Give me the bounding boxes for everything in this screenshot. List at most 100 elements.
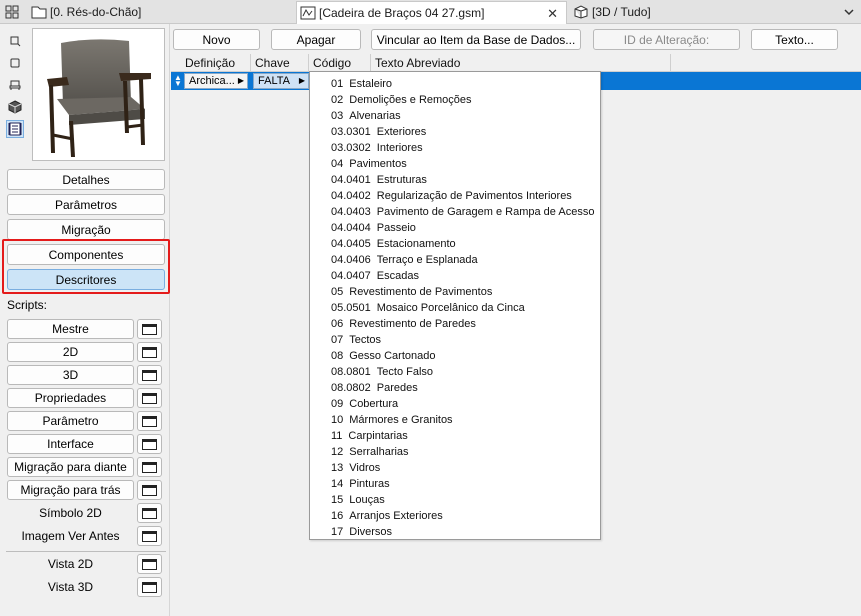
dropdown-item[interactable]: 04.0404 Passeio xyxy=(331,220,416,236)
view-icons xyxy=(6,32,28,142)
item-code: 15 xyxy=(331,494,344,506)
item-code: 09 xyxy=(331,398,344,410)
item-code: 08.0801 xyxy=(331,366,371,378)
submenu-arrow-icon: ▶ xyxy=(237,76,244,85)
open-window-button[interactable] xyxy=(137,457,162,477)
dropdown-item[interactable]: 03 Alvenarias xyxy=(331,108,401,124)
item-code: 02 xyxy=(331,94,344,106)
column-header-definition[interactable]: Definição xyxy=(181,54,251,71)
item-code: 04.0402 xyxy=(331,190,371,202)
nav-button-parameters[interactable]: Parâmetros xyxy=(7,194,165,215)
item-code: 08.0802 xyxy=(331,382,371,394)
change-id-field: ID de Alteração: xyxy=(593,29,740,50)
dropdown-item[interactable]: 03.0302 Interiores xyxy=(331,140,423,156)
dropdown-item[interactable]: 04.0407 Escadas xyxy=(331,268,419,284)
item-text: Pavimentos xyxy=(349,158,407,170)
key-cell[interactable]: FALTA ▶ xyxy=(253,73,309,89)
column-header-short-text[interactable]: Texto Abreviado xyxy=(371,54,671,71)
definition-cell[interactable]: Archica... ▶ xyxy=(184,73,248,89)
link-database-item-button[interactable]: Vincular ao Item da Base de Dados... xyxy=(371,29,581,50)
view-2d-label: Vista 2D xyxy=(47,557,94,571)
tab-3d-view[interactable]: [3D / Tudo] xyxy=(571,1,831,23)
dropdown-item[interactable]: 10 Mármores e Granitos xyxy=(331,412,453,428)
script-button-backward-migration[interactable]: Migração para trás xyxy=(7,480,134,500)
nav-button-components[interactable]: Componentes xyxy=(7,244,165,265)
close-icon[interactable]: ✕ xyxy=(547,6,558,22)
dropdown-item[interactable]: 04.0406 Terraço e Esplanada xyxy=(331,252,478,268)
item-text: Gesso Cartonado xyxy=(349,350,436,362)
dropdown-item[interactable]: 03.0301 Exteriores xyxy=(331,124,426,140)
nav-button-migration[interactable]: Migração xyxy=(7,219,165,240)
scripts-label: Scripts: xyxy=(7,298,48,312)
new-button[interactable]: Novo xyxy=(173,29,260,50)
dropdown-item[interactable]: 08.0802 Paredes xyxy=(331,380,418,396)
dropdown-item[interactable]: 13 Vidros xyxy=(331,460,380,476)
open-window-button[interactable] xyxy=(137,480,162,500)
nav-button-descriptors[interactable]: Descritores xyxy=(7,269,165,290)
open-window-button[interactable] xyxy=(137,526,162,546)
dropdown-item[interactable]: 12 Serralharias xyxy=(331,444,409,460)
item-text: Interiores xyxy=(376,142,423,154)
dropdown-item[interactable]: 11 Carpintarias xyxy=(331,428,408,444)
open-window-button[interactable] xyxy=(137,434,162,454)
dropdown-item[interactable]: 04.0402 Regularização de Pavimentos Inter… xyxy=(331,188,572,204)
item-code: 12 xyxy=(331,446,344,458)
item-text: Revestimento de Paredes xyxy=(349,318,476,330)
open-window-button[interactable] xyxy=(137,342,162,362)
item-text: Mármores e Granitos xyxy=(349,414,453,426)
dropdown-item[interactable]: 02 Demolições e Remoções xyxy=(331,92,472,108)
script-button-3d[interactable]: 3D xyxy=(7,365,134,385)
dropdown-item[interactable]: 17 Diversos xyxy=(331,524,392,540)
open-window-button[interactable] xyxy=(137,503,162,523)
row-drag-handle-icon[interactable]: ▲ ▼ xyxy=(174,74,182,88)
dropdown-item[interactable]: 07 Tectos xyxy=(331,332,381,348)
delete-button[interactable]: Apagar xyxy=(271,29,361,50)
dropdown-item[interactable]: 05.0501 Mosaico Porcelânico da Cinca xyxy=(331,300,525,316)
tab-gdl-editor[interactable]: [Cadeira de Braços 04 27.gsm] ✕ xyxy=(296,1,567,24)
dropdown-item[interactable]: 08.0801 Tecto Falso xyxy=(331,364,433,380)
floor-plan-icon xyxy=(31,6,47,19)
dropdown-item[interactable]: 04.0401 Estruturas xyxy=(331,172,427,188)
nav-button-details[interactable]: Detalhes xyxy=(7,169,165,190)
column-header-key[interactable]: Chave xyxy=(251,54,309,71)
script-button-2d[interactable]: 2D xyxy=(7,342,134,362)
front-view-icon[interactable] xyxy=(6,54,24,72)
dropdown-item[interactable]: 09 Cobertura xyxy=(331,396,398,412)
open-window-button[interactable] xyxy=(137,365,162,385)
item-code: 07 xyxy=(331,334,344,346)
dropdown-item[interactable]: 06 Revestimento de Paredes xyxy=(331,316,476,332)
dropdown-item[interactable]: 16 Arranjos Exteriores xyxy=(331,508,443,524)
column-header-code[interactable]: Código xyxy=(309,54,371,71)
dropdown-item[interactable]: 15 Louças xyxy=(331,492,385,508)
open-window-button[interactable] xyxy=(137,388,162,408)
open-window-button[interactable] xyxy=(137,577,162,597)
script-button-properties[interactable]: Propriedades xyxy=(7,388,134,408)
script-button-master[interactable]: Mestre xyxy=(7,319,134,339)
text-button[interactable]: Texto... xyxy=(751,29,838,50)
list-view-icon[interactable] xyxy=(6,120,24,138)
item-text: Revestimento de Pavimentos xyxy=(349,286,493,298)
side-view-icon[interactable] xyxy=(6,76,24,94)
dropdown-item[interactable]: 05 Revestimento de Pavimentos xyxy=(331,284,492,300)
script-button-parameter[interactable]: Parâmetro xyxy=(7,411,134,431)
3d-box-icon[interactable] xyxy=(6,98,24,116)
dropdown-item[interactable]: 04.0403 Pavimento de Garagem e Rampa de A… xyxy=(331,204,594,220)
script-button-interface[interactable]: Interface xyxy=(7,434,134,454)
tabs-overflow-button[interactable] xyxy=(836,1,861,23)
dropdown-item[interactable]: 14 Pinturas xyxy=(331,476,390,492)
script-button-forward-migration[interactable]: Migração para diante xyxy=(7,457,134,477)
open-window-button[interactable] xyxy=(137,554,162,574)
item-text: Arranjos Exteriores xyxy=(349,510,443,522)
item-text: Regularização de Pavimentos Interiores xyxy=(376,190,572,202)
open-window-button[interactable] xyxy=(137,319,162,339)
dropdown-item[interactable]: 08 Gesso Cartonado xyxy=(331,348,435,364)
window-icon xyxy=(142,484,157,496)
2d-symbol-view-icon[interactable] xyxy=(6,32,24,50)
tab-floor-plan[interactable]: [0. Rés-do-Chão] xyxy=(31,1,291,23)
dropdown-item[interactable]: 01 Estaleiro xyxy=(331,76,392,92)
open-window-button[interactable] xyxy=(137,411,162,431)
dropdown-item[interactable]: 04.0405 Estacionamento xyxy=(331,236,456,252)
dropdown-item[interactable]: 04 Pavimentos xyxy=(331,156,407,172)
grid-icon[interactable] xyxy=(5,5,19,19)
item-code: 03.0302 xyxy=(331,142,371,154)
